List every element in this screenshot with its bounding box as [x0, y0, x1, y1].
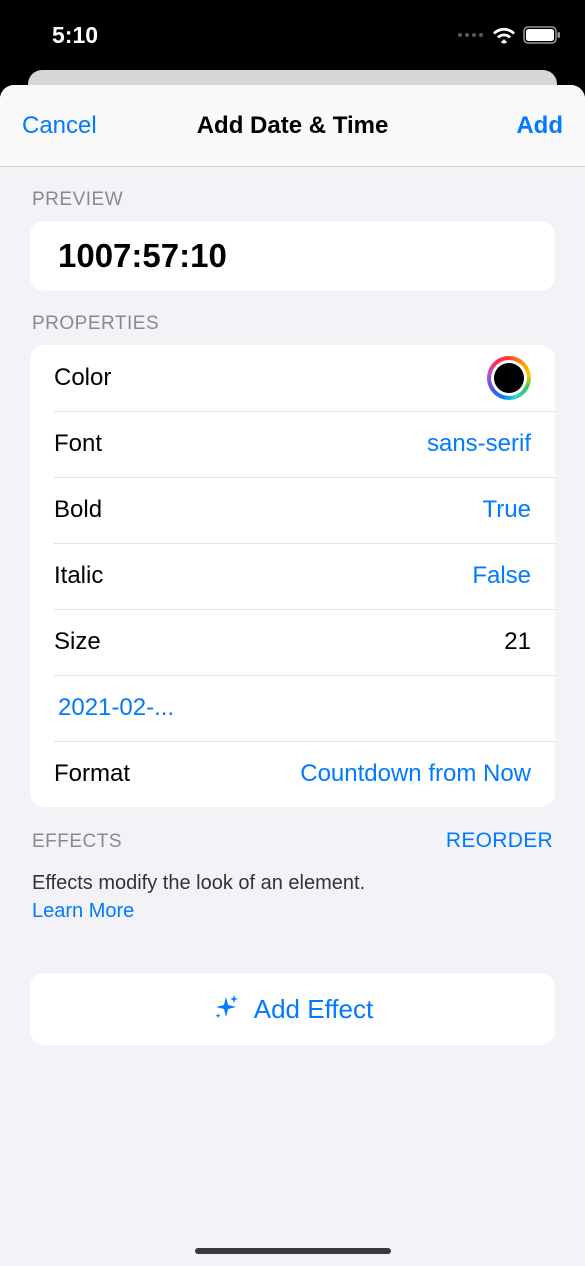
effects-description: Effects modify the look of an element. — [32, 869, 553, 897]
status-indicators — [458, 26, 561, 44]
property-label-format: Format — [54, 760, 130, 788]
content-scroll[interactable]: PREVIEW 1007:57:10 PROPERTIES Color — [0, 167, 585, 1266]
cancel-button[interactable]: Cancel — [22, 112, 112, 140]
status-time: 5:10 — [52, 22, 98, 49]
property-label-font: Font — [54, 430, 102, 458]
preview-header-label: PREVIEW — [32, 189, 123, 211]
add-button[interactable]: Add — [473, 112, 563, 140]
property-value-date: 2021-02-... — [54, 694, 174, 722]
battery-icon — [523, 26, 561, 44]
wifi-icon — [492, 26, 516, 44]
sparkle-icon — [212, 993, 240, 1026]
property-label-bold: Bold — [54, 496, 102, 524]
add-effect-label: Add Effect — [254, 994, 374, 1025]
preview-section-header: PREVIEW — [0, 167, 585, 221]
properties-header-label: PROPERTIES — [32, 313, 159, 335]
learn-more-link[interactable]: Learn More — [32, 897, 553, 925]
preview-value: 1007:57:10 — [58, 237, 527, 275]
property-row-font[interactable]: Font sans-serif — [30, 411, 555, 477]
property-label-italic: Italic — [54, 562, 103, 590]
property-row-date[interactable]: 2021-02-... — [30, 675, 555, 741]
page-title: Add Date & Time — [112, 112, 473, 140]
reorder-button[interactable]: REORDER — [446, 829, 553, 853]
properties-card: Color Font sans-serif Bold True — [30, 345, 555, 807]
property-value-italic: False — [472, 562, 531, 590]
property-value-format: Countdown from Now — [300, 760, 531, 788]
properties-section-header: PROPERTIES — [0, 291, 585, 345]
property-value-size: 21 — [504, 628, 531, 656]
home-indicator[interactable] — [195, 1248, 391, 1254]
property-row-bold[interactable]: Bold True — [30, 477, 555, 543]
property-row-format[interactable]: Format Countdown from Now — [30, 741, 555, 807]
add-effect-button[interactable]: Add Effect — [30, 973, 555, 1045]
property-label-color: Color — [54, 364, 111, 392]
status-bar: 5:10 — [0, 0, 585, 70]
effects-section-header: EFFECTS REORDER — [0, 807, 585, 863]
nav-bar: Cancel Add Date & Time Add — [0, 85, 585, 167]
property-value-font: sans-serif — [427, 430, 531, 458]
effects-header-label: EFFECTS — [32, 831, 122, 853]
modal-sheet: Cancel Add Date & Time Add PREVIEW 1007:… — [0, 85, 585, 1266]
color-swatch[interactable] — [487, 356, 531, 400]
property-value-bold: True — [483, 496, 531, 524]
property-row-size[interactable]: Size 21 — [30, 609, 555, 675]
property-row-italic[interactable]: Italic False — [30, 543, 555, 609]
property-label-size: Size — [54, 628, 101, 656]
preview-card: 1007:57:10 — [30, 221, 555, 291]
property-row-color[interactable]: Color — [30, 345, 555, 411]
effects-description-block: Effects modify the look of an element. L… — [0, 863, 585, 925]
status-dots-icon — [458, 33, 483, 37]
